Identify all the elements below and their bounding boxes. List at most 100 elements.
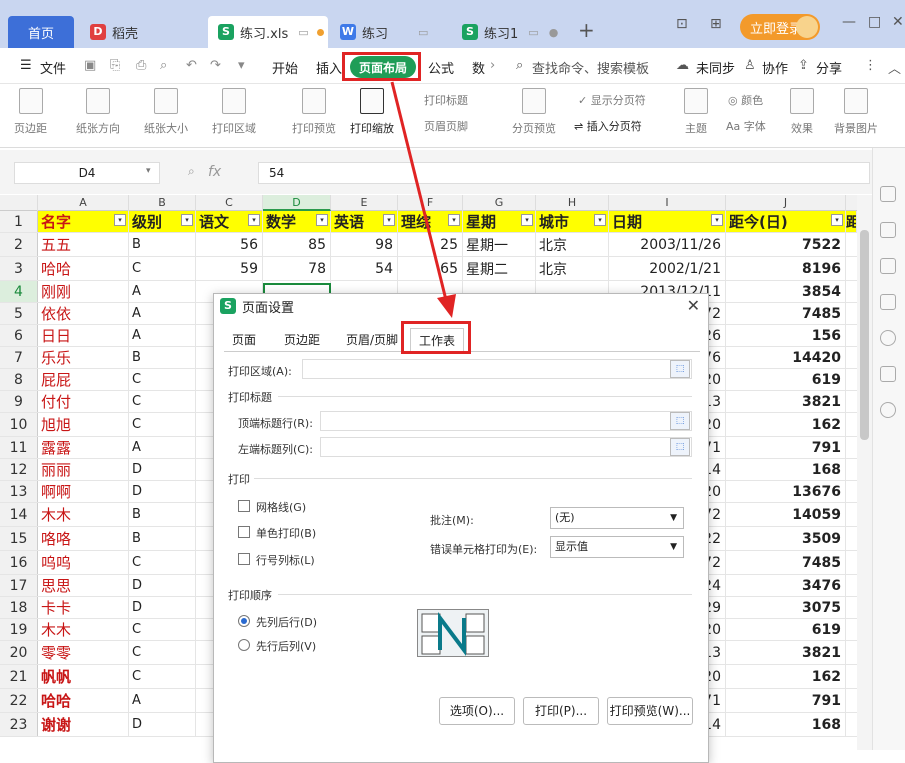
row-number[interactable]: 5 [0, 303, 38, 324]
dialog-close-icon[interactable]: ✕ [687, 296, 700, 315]
cell-name[interactable]: 思思 [38, 575, 129, 596]
column-header-a[interactable]: A [38, 195, 129, 211]
cell-level[interactable]: B [129, 233, 196, 256]
row-number[interactable]: 14 [0, 503, 38, 526]
header-footer-button[interactable]: 页眉页脚 [424, 118, 468, 134]
fx-icon[interactable]: fx [208, 164, 221, 180]
print-area-input[interactable] [302, 359, 692, 379]
cell-days[interactable]: 8196 [726, 257, 846, 280]
formula-input[interactable]: 54 [258, 162, 870, 184]
redo-icon[interactable]: ↷ [210, 58, 221, 73]
cell-days[interactable]: 3854 [726, 281, 846, 302]
tab-header-footer[interactable]: 页眉/页脚 [338, 328, 406, 352]
down-then-over-radio[interactable] [238, 615, 250, 627]
cell-weekday[interactable]: 星期二 [463, 257, 536, 280]
cell-days[interactable]: 162 [726, 413, 846, 436]
cell-city[interactable]: 北京 [536, 233, 609, 256]
cell-name[interactable]: 帆帆 [38, 665, 129, 688]
tab-home[interactable]: 首页 [8, 16, 74, 48]
comments-select[interactable]: (无) ▼ [550, 507, 684, 529]
cell-name[interactable]: 呜呜 [38, 551, 129, 574]
filter-icon[interactable]: ▾ [114, 214, 126, 226]
cell-level[interactable]: C [129, 257, 196, 280]
export-icon[interactable]: ⎘ [110, 58, 120, 73]
header-city[interactable]: 城市 ▾ [536, 211, 609, 232]
cell-days[interactable]: 7522 [726, 233, 846, 256]
cell-days[interactable]: 3821 [726, 391, 846, 412]
row-number[interactable]: 22 [0, 689, 38, 712]
cell-date[interactable]: 2003/11/26 [609, 233, 726, 256]
insert-pagebreak-button[interactable]: ⇌ 插入分页符 [574, 118, 642, 134]
row-number[interactable]: 19 [0, 619, 38, 640]
column-header-j[interactable]: J [726, 195, 846, 211]
cell-days[interactable]: 7485 [726, 303, 846, 324]
tab-workbook-2[interactable]: S 练习1 ▭ ● [452, 16, 572, 48]
print-button[interactable]: 打印(P)... [523, 697, 599, 725]
cell-level[interactable]: A [129, 303, 196, 324]
header-level[interactable]: 级别 ▾ [129, 211, 196, 232]
row-number[interactable]: 7 [0, 347, 38, 368]
cell-level[interactable]: C [129, 619, 196, 640]
top-rows-input[interactable] [320, 411, 692, 431]
save-icon[interactable]: ▣ [84, 58, 96, 73]
cell-level[interactable]: D [129, 713, 196, 736]
command-search[interactable]: 查找命令、搜索模板 [532, 58, 649, 77]
row-number[interactable]: 13 [0, 481, 38, 502]
menu-file[interactable]: 文件 [40, 58, 66, 77]
new-tab-plus-icon[interactable]: + [578, 18, 595, 42]
row-number[interactable]: 9 [0, 391, 38, 412]
cell-days[interactable]: 7485 [726, 551, 846, 574]
print-area-button[interactable]: 打印区域 [212, 88, 256, 136]
cell-chinese[interactable]: 56 [196, 233, 263, 256]
row-number[interactable]: 15 [0, 527, 38, 550]
cell-days[interactable]: 619 [726, 369, 846, 390]
cell-name[interactable]: 日日 [38, 325, 129, 346]
cell-days[interactable]: 3821 [726, 641, 846, 664]
page-break-preview-button[interactable]: 分页预览 [512, 88, 556, 136]
row-number[interactable]: 21 [0, 665, 38, 688]
cell-name[interactable]: 付付 [38, 391, 129, 412]
filter-icon[interactable]: ▾ [316, 214, 328, 226]
cell-city[interactable]: 北京 [536, 257, 609, 280]
sidebar-tool-icon[interactable] [880, 186, 896, 202]
tab-docer[interactable]: D 稻壳 [80, 16, 200, 48]
namebox-dropdown-icon[interactable]: ▾ [146, 166, 151, 176]
adjust-icon[interactable] [880, 258, 896, 274]
cell-level[interactable]: C [129, 369, 196, 390]
cell-days[interactable]: 168 [726, 713, 846, 736]
range-picker-icon[interactable]: ⬚ [670, 412, 690, 430]
header-english[interactable]: 英语 ▾ [331, 211, 398, 232]
range-picker-icon[interactable]: ⬚ [670, 360, 690, 378]
row-number[interactable]: 2 [0, 233, 38, 256]
theme-button[interactable]: 主题 [684, 88, 708, 136]
location-icon[interactable] [880, 402, 896, 418]
collapse-ribbon-icon[interactable]: ︿ [888, 58, 901, 77]
cell-level[interactable]: C [129, 413, 196, 436]
header-days[interactable]: 距今(日) ▾ [726, 211, 846, 232]
cell-level[interactable]: D [129, 575, 196, 596]
cell-days[interactable]: 14059 [726, 503, 846, 526]
color-button[interactable]: ◎ 颜色 [728, 92, 763, 108]
cell-level[interactable]: C [129, 641, 196, 664]
row-number[interactable]: 18 [0, 597, 38, 618]
row-number[interactable]: 17 [0, 575, 38, 596]
filter-icon[interactable]: ▾ [521, 214, 533, 226]
menu-data[interactable]: 数 [472, 58, 485, 77]
cell-science[interactable]: 25 [398, 233, 463, 256]
cell-days[interactable]: 14420 [726, 347, 846, 368]
tab-window-icon[interactable]: ▭ [298, 26, 308, 39]
print-preview-button[interactable]: 打印预览 [292, 88, 336, 136]
menu-formula[interactable]: 公式 [428, 58, 454, 77]
cell-name[interactable]: 卡卡 [38, 597, 129, 618]
preview-icon[interactable]: ⌕ [160, 58, 167, 73]
cell-name[interactable]: 啊啊 [38, 481, 129, 502]
row-number[interactable]: 8 [0, 369, 38, 390]
collab-button[interactable]: 协作 [762, 58, 788, 77]
more-dropdown-icon[interactable]: ▾ [238, 58, 245, 73]
cell-name[interactable]: 刚刚 [38, 281, 129, 302]
column-header-f[interactable]: F [398, 195, 463, 211]
tab-window-icon[interactable]: ▭ [528, 26, 538, 39]
cell-name[interactable]: 屁屁 [38, 369, 129, 390]
cell-date[interactable]: 2002/1/21 [609, 257, 726, 280]
column-header-h[interactable]: H [536, 195, 609, 211]
